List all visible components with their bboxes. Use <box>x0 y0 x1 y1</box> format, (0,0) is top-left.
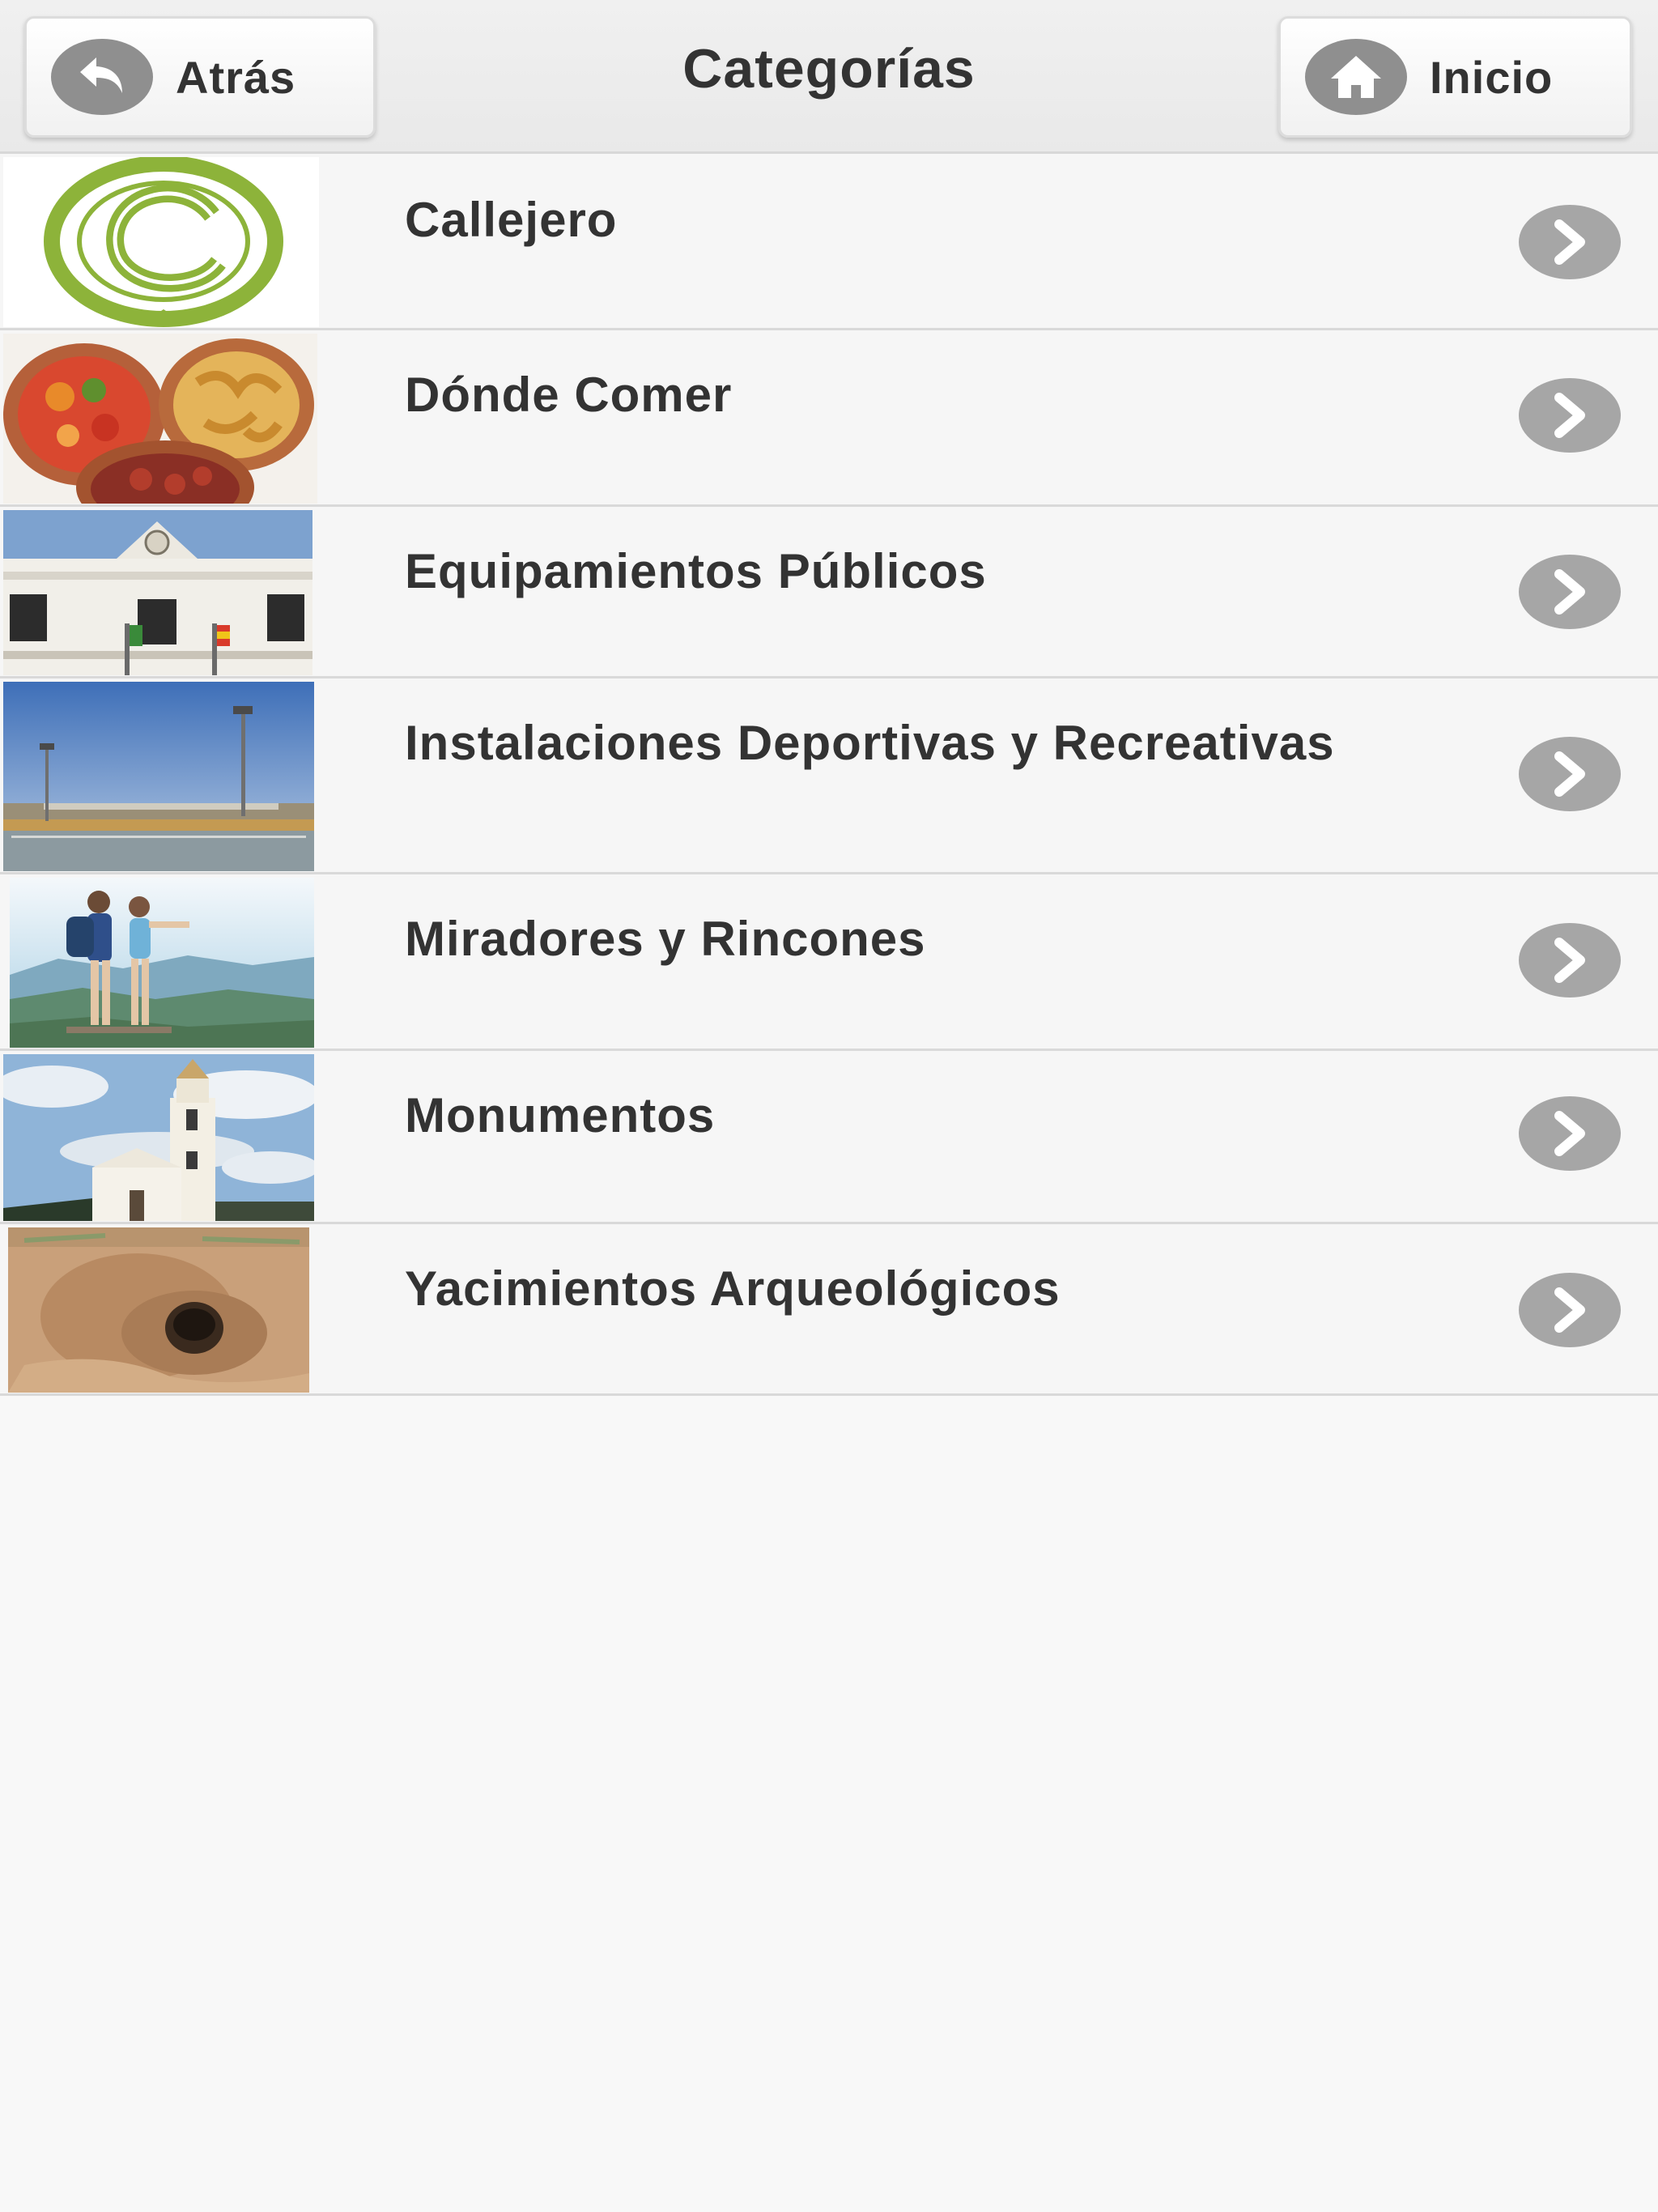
sports-field-photo <box>3 682 314 871</box>
list-item-label: Miradores y Rincones <box>405 912 926 966</box>
back-button[interactable]: Atrás <box>24 16 376 138</box>
chevron-right-icon <box>1519 205 1621 279</box>
list-item-label: Callejero <box>405 193 618 247</box>
home-button-label: Inicio <box>1430 51 1554 103</box>
archaeological-cave-photo <box>8 1227 309 1393</box>
list-item-monumentos[interactable]: Monumentos <box>0 1051 1658 1224</box>
chevron-right-icon <box>1519 1273 1621 1347</box>
chevron-right-icon <box>1519 555 1621 629</box>
home-button[interactable]: Inicio <box>1278 16 1632 138</box>
list-item-instalaciones-deportivas[interactable]: Instalaciones Deportivas y Recreativas <box>0 678 1658 874</box>
list-item-equipamientos-publicos[interactable]: Equipamientos Públicos <box>0 507 1658 678</box>
list-item-miradores-rincones[interactable]: Miradores y Rincones <box>0 874 1658 1051</box>
chevron-right-icon <box>1519 378 1621 453</box>
chevron-right-icon <box>1519 737 1621 811</box>
chevron-right-icon <box>1519 923 1621 998</box>
chevron-right-icon <box>1519 1096 1621 1171</box>
list-item-donde-comer[interactable]: Dónde Comer <box>0 330 1658 507</box>
hikers-viewpoint-photo <box>10 878 314 1048</box>
list-item-label: Dónde Comer <box>405 368 733 422</box>
church-tower-photo <box>3 1054 314 1221</box>
callejero-logo-thumbnail <box>3 157 319 327</box>
top-bar: Atrás Categorías Inicio <box>0 0 1658 154</box>
list-item-callejero[interactable]: Callejero <box>0 154 1658 330</box>
list-item-label: Equipamientos Públicos <box>405 544 987 598</box>
category-list: Callejero Dónde Comer Equipamientos Públ… <box>0 154 1658 1396</box>
list-item-label: Yacimientos Arqueológicos <box>405 1261 1061 1316</box>
home-icon <box>1305 39 1407 115</box>
tapas-food-photo <box>3 334 317 504</box>
back-button-label: Atrás <box>176 51 296 103</box>
list-item-yacimientos-arqueologicos[interactable]: Yacimientos Arqueológicos <box>0 1224 1658 1396</box>
list-item-label: Instalaciones Deportivas y Recreativas <box>405 716 1335 770</box>
back-arrow-icon <box>51 39 153 115</box>
list-item-label: Monumentos <box>405 1088 716 1142</box>
town-hall-photo <box>3 510 312 675</box>
